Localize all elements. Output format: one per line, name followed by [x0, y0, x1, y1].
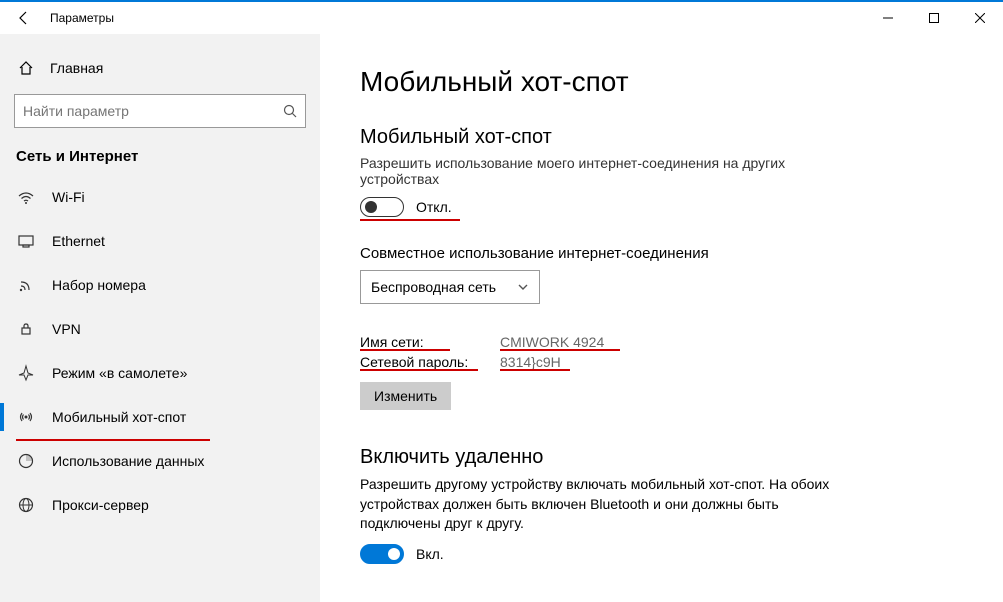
page-title: Мобильный хот-спот: [360, 66, 963, 98]
remote-description: Разрешить другому устройству включать мо…: [360, 475, 840, 534]
hotspot-toggle[interactable]: [360, 197, 404, 217]
hotspot-toggle-label: Откл.: [416, 199, 452, 215]
vpn-icon: [16, 320, 36, 338]
content-area: Мобильный хот-спот Мобильный хот-спот Ра…: [320, 34, 1003, 602]
wifi-icon: [16, 188, 36, 206]
edit-button[interactable]: Изменить: [360, 382, 451, 410]
nav-label: Wi-Fi: [52, 189, 85, 205]
nav-label: Режим «в самолете»: [52, 365, 187, 381]
home-link[interactable]: Главная: [0, 52, 320, 84]
hotspot-heading: Мобильный хот-спот: [360, 126, 963, 149]
annotation-underline: [360, 349, 450, 351]
network-password-row: Сетевой пароль: 8314}c9H: [360, 354, 963, 370]
maximize-icon: [929, 13, 939, 23]
nav-item-ethernet[interactable]: Ethernet: [0, 219, 320, 263]
remote-heading: Включить удаленно: [360, 446, 963, 469]
network-name-label: Имя сети:: [360, 334, 500, 350]
nav-label: Мобильный хот-спот: [52, 409, 186, 425]
section-heading: Сеть и Интернет: [0, 144, 320, 175]
nav-label: Набор номера: [52, 277, 146, 293]
maximize-button[interactable]: [911, 2, 957, 34]
nav-label: Прокси-сервер: [52, 497, 149, 513]
nav-item-dialup[interactable]: Набор номера: [0, 263, 320, 307]
share-heading: Совместное использование интернет-соедин…: [360, 245, 963, 262]
hotspot-icon: [16, 408, 36, 426]
annotation-underline: [360, 219, 460, 221]
close-button[interactable]: [957, 2, 1003, 34]
proxy-icon: [16, 496, 36, 514]
ethernet-icon: [16, 232, 36, 250]
share-select-value: Беспроводная сеть: [371, 279, 496, 295]
network-password-value: 8314}c9H: [500, 354, 561, 370]
titlebar: Параметры: [0, 2, 1003, 34]
nav-item-data-usage[interactable]: Использование данных: [0, 439, 320, 483]
back-button[interactable]: [4, 2, 44, 34]
dialup-icon: [16, 276, 36, 294]
network-password-label: Сетевой пароль:: [360, 354, 500, 370]
remote-toggle-row: Вкл.: [360, 544, 963, 564]
home-icon: [16, 60, 36, 76]
minimize-button[interactable]: [865, 2, 911, 34]
hotspot-toggle-row: Откл.: [360, 197, 963, 217]
nav-item-airplane[interactable]: Режим «в самолете»: [0, 351, 320, 395]
nav-item-wifi[interactable]: Wi-Fi: [0, 175, 320, 219]
nav-label: VPN: [52, 321, 81, 337]
search-input[interactable]: [23, 103, 283, 119]
data-usage-icon: [16, 452, 36, 470]
remote-toggle-label: Вкл.: [416, 546, 444, 562]
nav-label: Ethernet: [52, 233, 105, 249]
network-name-row: Имя сети: CMIWORK 4924: [360, 334, 963, 350]
nav-item-vpn[interactable]: VPN: [0, 307, 320, 351]
hotspot-description: Разрешить использование моего интернет-с…: [360, 155, 840, 187]
network-name-value: CMIWORK 4924: [500, 334, 604, 350]
sidebar: Главная Сеть и Интернет Wi-Fi Ethern: [0, 34, 320, 602]
remote-toggle[interactable]: [360, 544, 404, 564]
annotation-underline: [360, 369, 478, 371]
home-label: Главная: [50, 60, 103, 76]
window-title: Параметры: [50, 11, 114, 25]
search-box[interactable]: [14, 94, 306, 128]
nav-item-proxy[interactable]: Прокси-сервер: [0, 483, 320, 527]
share-select[interactable]: Беспроводная сеть: [360, 270, 540, 304]
nav-item-hotspot[interactable]: Мобильный хот-спот: [0, 395, 320, 439]
close-icon: [975, 13, 985, 23]
chevron-down-icon: [517, 281, 529, 293]
minimize-icon: [883, 13, 893, 23]
annotation-underline: [500, 369, 570, 371]
search-icon: [283, 104, 297, 118]
airplane-icon: [16, 364, 36, 382]
annotation-underline: [500, 349, 620, 351]
nav-label: Использование данных: [52, 453, 204, 469]
arrow-left-icon: [16, 10, 32, 26]
